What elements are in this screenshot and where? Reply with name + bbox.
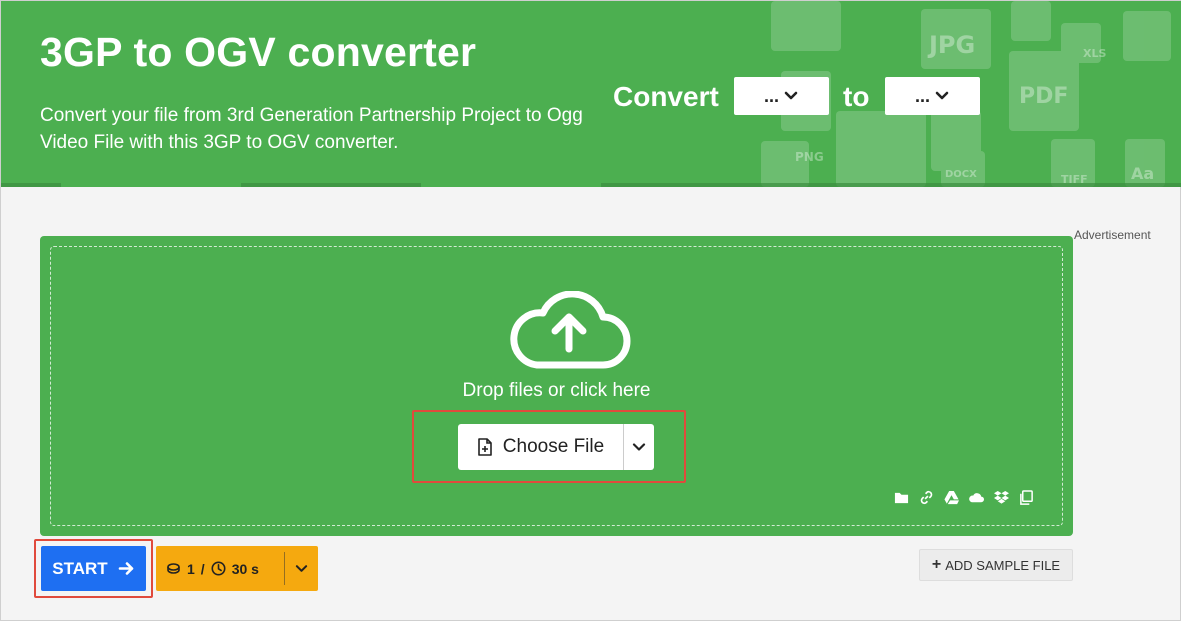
choose-file-highlight (412, 410, 686, 483)
clipboard-icon[interactable] (1018, 489, 1034, 505)
limits-dropdown[interactable] (285, 562, 318, 575)
to-label: to (843, 81, 870, 112)
svg-text:Aa: Aa (1131, 164, 1154, 183)
svg-text:PNG: PNG (795, 150, 824, 164)
svg-text:JPG: JPG (927, 31, 975, 59)
start-button[interactable]: START (41, 546, 146, 591)
hero-banner: JPG PDF PNG DOCX XLS TIFF Aa 3GP to OGV … (1, 1, 1181, 187)
chevron-down-icon (935, 91, 949, 100)
to-format-select[interactable]: ... (885, 77, 980, 115)
from-format-value: ... (763, 85, 779, 106)
start-label: START (52, 558, 108, 578)
svg-text:TIFF: TIFF (1061, 173, 1088, 186)
svg-text:DOCX: DOCX (945, 169, 977, 180)
cloud-upload-icon (510, 291, 631, 369)
from-format-select[interactable]: ... (734, 77, 829, 115)
svg-text:XLS: XLS (1083, 47, 1106, 60)
drop-files-text: Drop files or click here (462, 380, 651, 401)
file-count-limit: 1 (187, 560, 195, 577)
limits-divider (284, 552, 285, 585)
limit-separator: / (200, 560, 205, 577)
chevron-down-icon (784, 91, 798, 100)
add-sample-file-button[interactable]: + ADD SAMPLE FILE (919, 549, 1073, 581)
advertisement-label: Advertisement (1074, 228, 1151, 242)
file-source-icons (893, 489, 1034, 505)
coin-stack-icon (167, 563, 180, 574)
svg-text:PDF: PDF (1019, 84, 1068, 109)
page-subtitle: Convert your file from 3rd Generation Pa… (40, 105, 583, 153)
file-drop-zone[interactable]: Drop files or click here Choose File (40, 236, 1073, 536)
plus-icon: + (931, 556, 942, 573)
page-title: 3GP to OGV converter (40, 29, 477, 75)
dropbox-icon[interactable] (993, 489, 1009, 505)
to-format-value: ... (914, 85, 930, 106)
time-limit: 30 s (231, 560, 259, 577)
clock-icon (211, 561, 226, 576)
drop-zone-border: Drop files or click here Choose File (50, 246, 1063, 526)
convert-label: Convert (613, 81, 719, 112)
chevron-down-icon (295, 565, 308, 572)
google-drive-icon[interactable] (943, 489, 959, 505)
arrow-right-icon (118, 562, 134, 575)
add-sample-file-label: ADD SAMPLE FILE (945, 557, 1061, 573)
link-icon[interactable] (918, 489, 934, 505)
folder-icon[interactable] (893, 489, 909, 505)
conversion-limits: 1 / 30 s (156, 546, 318, 591)
onedrive-icon[interactable] (968, 489, 984, 505)
